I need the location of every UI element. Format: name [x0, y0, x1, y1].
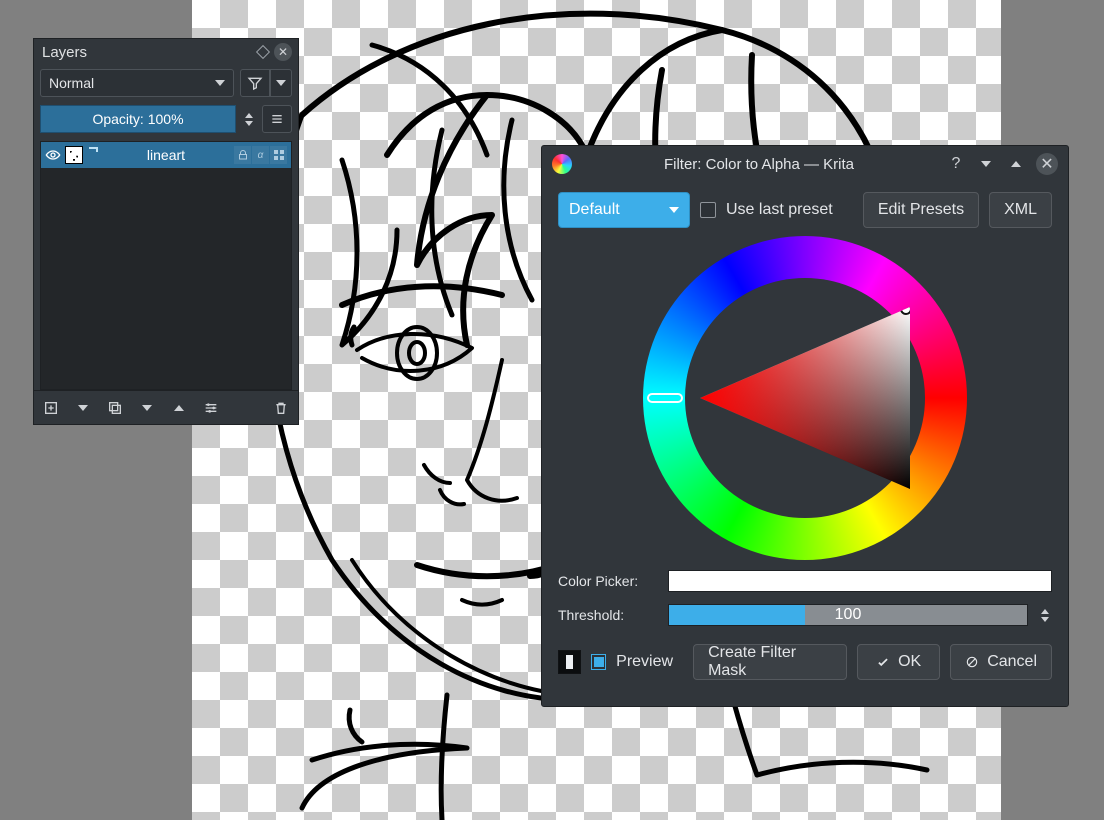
list-icon	[269, 111, 285, 127]
use-last-preset-label: Use last preset	[726, 201, 833, 219]
chevron-down-icon	[245, 121, 253, 126]
preview-checkbox[interactable]	[591, 654, 606, 670]
dialog-titlebar[interactable]: Filter: Color to Alpha — Krita ? ✕	[542, 146, 1068, 182]
edit-presets-button[interactable]: Edit Presets	[863, 192, 979, 228]
delete-layer-button[interactable]	[272, 399, 290, 417]
chevron-up-icon	[1011, 161, 1021, 167]
threshold-value: 100	[835, 606, 862, 624]
preset-value: Default	[569, 201, 620, 219]
threshold-slider[interactable]: 100	[668, 604, 1028, 626]
preview-label: Preview	[616, 653, 673, 671]
chevron-down-icon	[276, 80, 286, 86]
color-picker-swatch[interactable]	[668, 570, 1052, 592]
layers-panel-title: Layers	[42, 44, 87, 61]
create-filter-mask-button[interactable]: Create Filter Mask	[693, 644, 847, 680]
sv-triangle[interactable]	[700, 307, 910, 489]
layers-panel: Layers ✕ Normal Opacity: 100%	[33, 38, 299, 425]
collapse-button[interactable]	[976, 154, 996, 174]
color-picker-label: Color Picker:	[558, 573, 658, 589]
layer-item[interactable]: lineart α	[41, 142, 291, 168]
visibility-toggle[interactable]	[45, 147, 61, 163]
opacity-spinbox[interactable]	[242, 113, 256, 126]
cancel-icon	[965, 655, 979, 669]
krita-app-icon	[552, 154, 572, 174]
chevron-down-icon	[215, 80, 225, 86]
opacity-slider[interactable]: Opacity: 100%	[40, 105, 236, 133]
duplicate-layer-button[interactable]	[106, 399, 124, 417]
chevron-down-icon	[981, 161, 991, 167]
chevron-up-icon	[245, 113, 253, 118]
funnel-icon	[247, 75, 263, 91]
layer-list[interactable]: lineart α	[40, 141, 292, 390]
chevron-down-icon	[1041, 617, 1049, 622]
chevron-down-icon	[142, 405, 152, 411]
inherit-alpha-icon[interactable]	[269, 146, 287, 164]
check-icon	[876, 655, 890, 669]
close-dialog-button[interactable]: ✕	[1036, 153, 1058, 175]
add-layer-menu[interactable]	[74, 399, 92, 417]
layer-properties-button[interactable]	[262, 105, 292, 133]
threshold-fill	[669, 605, 805, 625]
preview-mode-toggle[interactable]	[558, 650, 581, 674]
add-layer-button[interactable]	[42, 399, 60, 417]
layer-filter-button[interactable]	[240, 69, 270, 97]
layer-name-label[interactable]: lineart	[103, 147, 229, 163]
sv-marker[interactable]	[900, 303, 912, 315]
color-wheel[interactable]	[643, 236, 967, 560]
move-layer-down-button[interactable]	[138, 399, 156, 417]
cancel-button[interactable]: Cancel	[950, 644, 1052, 680]
chevron-up-icon	[174, 405, 184, 411]
blend-mode-select[interactable]: Normal	[40, 69, 234, 97]
move-layer-up-button[interactable]	[170, 399, 188, 417]
layer-settings-button[interactable]	[202, 399, 220, 417]
eye-icon	[45, 147, 61, 163]
filter-dialog: Filter: Color to Alpha — Krita ? ✕ Defau…	[541, 145, 1069, 707]
ok-button[interactable]: OK	[857, 644, 940, 680]
lock-icon[interactable]	[233, 146, 251, 164]
threshold-spinbox[interactable]	[1038, 609, 1052, 622]
hue-ring-marker[interactable]	[647, 393, 683, 403]
layer-thumbnail	[65, 146, 83, 164]
opacity-value: Opacity: 100%	[92, 111, 183, 127]
blend-mode-value: Normal	[49, 75, 94, 91]
dialog-title: Filter: Color to Alpha — Krita	[582, 156, 936, 173]
xml-button[interactable]: XML	[989, 192, 1052, 228]
chevron-up-icon	[1041, 609, 1049, 614]
close-panel-icon[interactable]: ✕	[274, 43, 292, 61]
chevron-down-icon	[78, 405, 88, 411]
selection-indicator-icon	[87, 146, 99, 164]
preset-select[interactable]: Default	[558, 192, 690, 228]
expand-button[interactable]	[1006, 154, 1026, 174]
layer-filter-menu-button[interactable]	[270, 69, 292, 97]
help-button[interactable]: ?	[946, 154, 966, 174]
float-panel-icon[interactable]	[256, 45, 270, 59]
alpha-lock-icon[interactable]: α	[251, 146, 269, 164]
threshold-label: Threshold:	[558, 607, 658, 623]
use-last-preset-checkbox[interactable]	[700, 202, 716, 218]
chevron-down-icon	[669, 207, 679, 213]
